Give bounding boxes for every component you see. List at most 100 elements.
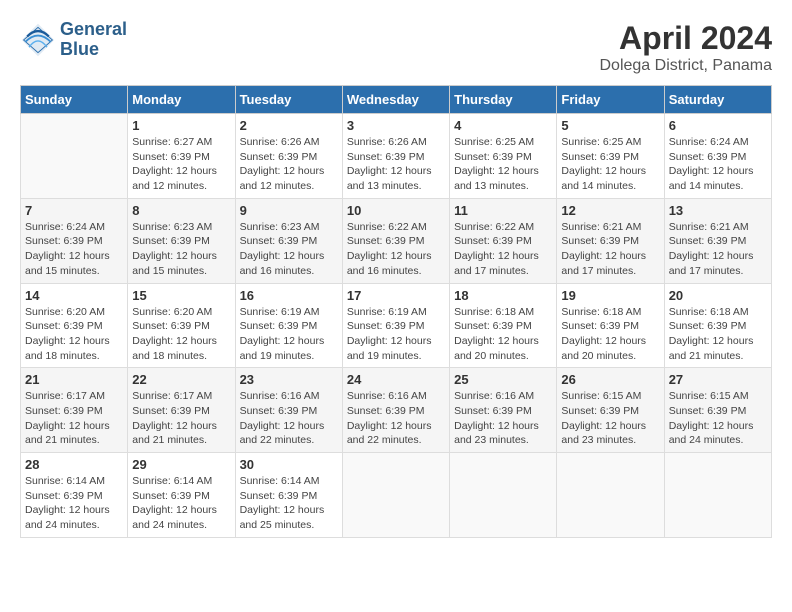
day-info: Sunrise: 6:18 AM Sunset: 6:39 PM Dayligh… — [669, 305, 767, 364]
day-number: 10 — [347, 203, 445, 218]
calendar-cell: 25Sunrise: 6:16 AM Sunset: 6:39 PM Dayli… — [450, 368, 557, 453]
weekday-header: Monday — [128, 86, 235, 114]
day-number: 6 — [669, 118, 767, 133]
day-number: 27 — [669, 372, 767, 387]
day-info: Sunrise: 6:16 AM Sunset: 6:39 PM Dayligh… — [347, 389, 445, 448]
page-title: April 2024 — [599, 20, 772, 57]
calendar-cell: 7 Sunrise: 6:24 AM Sunset: 6:39 PM Daylig… — [21, 198, 128, 283]
calendar-cell: 27 Sunrise: 6:15 AM Sunset: 6:39 PM Dayli… — [664, 368, 771, 453]
day-info: Sunrise: 6:21 AM Sunset: 6:39 PM Dayligh… — [669, 220, 767, 279]
calendar-week-row: 7 Sunrise: 6:24 AM Sunset: 6:39 PM Daylig… — [21, 198, 772, 283]
calendar-week-row: 1Sunrise: 6:27 AM Sunset: 6:39 PM Daylig… — [21, 114, 772, 199]
day-number: 23 — [240, 372, 338, 387]
logo-icon — [20, 22, 56, 58]
day-number: 19 — [561, 288, 659, 303]
day-info: Sunrise: 6:20 AM Sunset: 6:39 PM Dayligh… — [25, 305, 123, 364]
day-number: 24 — [347, 372, 445, 387]
day-info: Sunrise: 6:25 AM Sunset: 6:39 PM Dayligh… — [454, 135, 552, 194]
calendar-cell: 4Sunrise: 6:25 AM Sunset: 6:39 PM Daylig… — [450, 114, 557, 199]
calendar-cell — [664, 453, 771, 538]
weekday-header: Saturday — [664, 86, 771, 114]
day-number: 7 — [25, 203, 123, 218]
calendar-cell: 30 Sunrise: 6:14 AM Sunset: 6:39 PM Dayli… — [235, 453, 342, 538]
day-info: Sunrise: 6:16 AM Sunset: 6:39 PM Dayligh… — [240, 389, 338, 448]
day-info: Sunrise: 6:26 AM Sunset: 6:39 PM Dayligh… — [240, 135, 338, 194]
calendar-cell: 9 Sunrise: 6:23 AM Sunset: 6:39 PM Daylig… — [235, 198, 342, 283]
calendar-cell: 20Sunrise: 6:18 AM Sunset: 6:39 PM Dayli… — [664, 283, 771, 368]
day-info: Sunrise: 6:25 AM Sunset: 6:39 PM Dayligh… — [561, 135, 659, 194]
calendar-cell: 26 Sunrise: 6:15 AM Sunset: 6:39 PM Dayli… — [557, 368, 664, 453]
calendar-week-row: 28 Sunrise: 6:14 AM Sunset: 6:39 PM Dayli… — [21, 453, 772, 538]
page-header: General Blue April 2024 Dolega District,… — [20, 20, 772, 75]
day-number: 26 — [561, 372, 659, 387]
day-number: 14 — [25, 288, 123, 303]
calendar-cell — [557, 453, 664, 538]
calendar-cell: 12 Sunrise: 6:21 AM Sunset: 6:39 PM Dayli… — [557, 198, 664, 283]
day-info: Sunrise: 6:17 AM Sunset: 6:39 PM Dayligh… — [25, 389, 123, 448]
calendar-cell — [21, 114, 128, 199]
day-number: 28 — [25, 457, 123, 472]
day-number: 3 — [347, 118, 445, 133]
day-number: 8 — [132, 203, 230, 218]
calendar-cell: 1Sunrise: 6:27 AM Sunset: 6:39 PM Daylig… — [128, 114, 235, 199]
day-info: Sunrise: 6:26 AM Sunset: 6:39 PM Dayligh… — [347, 135, 445, 194]
day-info: Sunrise: 6:24 AM Sunset: 6:39 PM Dayligh… — [669, 135, 767, 194]
calendar-cell: 6 Sunrise: 6:24 AM Sunset: 6:39 PM Daylig… — [664, 114, 771, 199]
day-number: 30 — [240, 457, 338, 472]
day-number: 12 — [561, 203, 659, 218]
day-info: Sunrise: 6:18 AM Sunset: 6:39 PM Dayligh… — [561, 305, 659, 364]
calendar-cell: 5Sunrise: 6:25 AM Sunset: 6:39 PM Daylig… — [557, 114, 664, 199]
day-info: Sunrise: 6:21 AM Sunset: 6:39 PM Dayligh… — [561, 220, 659, 279]
calendar-cell: 23 Sunrise: 6:16 AM Sunset: 6:39 PM Dayli… — [235, 368, 342, 453]
logo: General Blue — [20, 20, 127, 60]
day-number: 21 — [25, 372, 123, 387]
weekday-header: Tuesday — [235, 86, 342, 114]
calendar-cell: 13 Sunrise: 6:21 AM Sunset: 6:39 PM Dayli… — [664, 198, 771, 283]
weekday-header: Friday — [557, 86, 664, 114]
calendar-cell: 16 Sunrise: 6:19 AM Sunset: 6:39 PM Dayli… — [235, 283, 342, 368]
day-number: 11 — [454, 203, 552, 218]
logo-line2: Blue — [60, 40, 127, 60]
logo-line1: General — [60, 20, 127, 40]
day-info: Sunrise: 6:15 AM Sunset: 6:39 PM Dayligh… — [669, 389, 767, 448]
day-info: Sunrise: 6:14 AM Sunset: 6:39 PM Dayligh… — [240, 474, 338, 533]
day-info: Sunrise: 6:22 AM Sunset: 6:39 PM Dayligh… — [347, 220, 445, 279]
calendar-cell: 21 Sunrise: 6:17 AM Sunset: 6:39 PM Dayli… — [21, 368, 128, 453]
day-number: 2 — [240, 118, 338, 133]
day-info: Sunrise: 6:23 AM Sunset: 6:39 PM Dayligh… — [240, 220, 338, 279]
day-number: 16 — [240, 288, 338, 303]
calendar-cell: 29Sunrise: 6:14 AM Sunset: 6:39 PM Dayli… — [128, 453, 235, 538]
day-info: Sunrise: 6:22 AM Sunset: 6:39 PM Dayligh… — [454, 220, 552, 279]
day-number: 9 — [240, 203, 338, 218]
calendar-cell: 17 Sunrise: 6:19 AM Sunset: 6:39 PM Dayli… — [342, 283, 449, 368]
calendar-cell: 24 Sunrise: 6:16 AM Sunset: 6:39 PM Dayli… — [342, 368, 449, 453]
day-info: Sunrise: 6:20 AM Sunset: 6:39 PM Dayligh… — [132, 305, 230, 364]
calendar-week-row: 14 Sunrise: 6:20 AM Sunset: 6:39 PM Dayli… — [21, 283, 772, 368]
day-info: Sunrise: 6:19 AM Sunset: 6:39 PM Dayligh… — [347, 305, 445, 364]
day-info: Sunrise: 6:16 AM Sunset: 6:39 PM Dayligh… — [454, 389, 552, 448]
calendar-week-row: 21 Sunrise: 6:17 AM Sunset: 6:39 PM Dayli… — [21, 368, 772, 453]
calendar-cell: 2 Sunrise: 6:26 AM Sunset: 6:39 PM Daylig… — [235, 114, 342, 199]
logo-text: General Blue — [60, 20, 127, 60]
calendar-cell: 22Sunrise: 6:17 AM Sunset: 6:39 PM Dayli… — [128, 368, 235, 453]
day-number: 29 — [132, 457, 230, 472]
day-info: Sunrise: 6:23 AM Sunset: 6:39 PM Dayligh… — [132, 220, 230, 279]
calendar-cell: 11 Sunrise: 6:22 AM Sunset: 6:39 PM Dayli… — [450, 198, 557, 283]
day-info: Sunrise: 6:19 AM Sunset: 6:39 PM Dayligh… — [240, 305, 338, 364]
day-number: 17 — [347, 288, 445, 303]
calendar-cell: 18Sunrise: 6:18 AM Sunset: 6:39 PM Dayli… — [450, 283, 557, 368]
calendar-table: SundayMondayTuesdayWednesdayThursdayFrid… — [20, 85, 772, 538]
weekday-header: Wednesday — [342, 86, 449, 114]
calendar-cell — [342, 453, 449, 538]
day-info: Sunrise: 6:15 AM Sunset: 6:39 PM Dayligh… — [561, 389, 659, 448]
day-info: Sunrise: 6:14 AM Sunset: 6:39 PM Dayligh… — [25, 474, 123, 533]
calendar-cell: 28 Sunrise: 6:14 AM Sunset: 6:39 PM Dayli… — [21, 453, 128, 538]
calendar-cell — [450, 453, 557, 538]
day-info: Sunrise: 6:24 AM Sunset: 6:39 PM Dayligh… — [25, 220, 123, 279]
weekday-header: Sunday — [21, 86, 128, 114]
day-number: 13 — [669, 203, 767, 218]
day-number: 22 — [132, 372, 230, 387]
day-number: 18 — [454, 288, 552, 303]
day-number: 1 — [132, 118, 230, 133]
calendar-cell: 14 Sunrise: 6:20 AM Sunset: 6:39 PM Dayli… — [21, 283, 128, 368]
